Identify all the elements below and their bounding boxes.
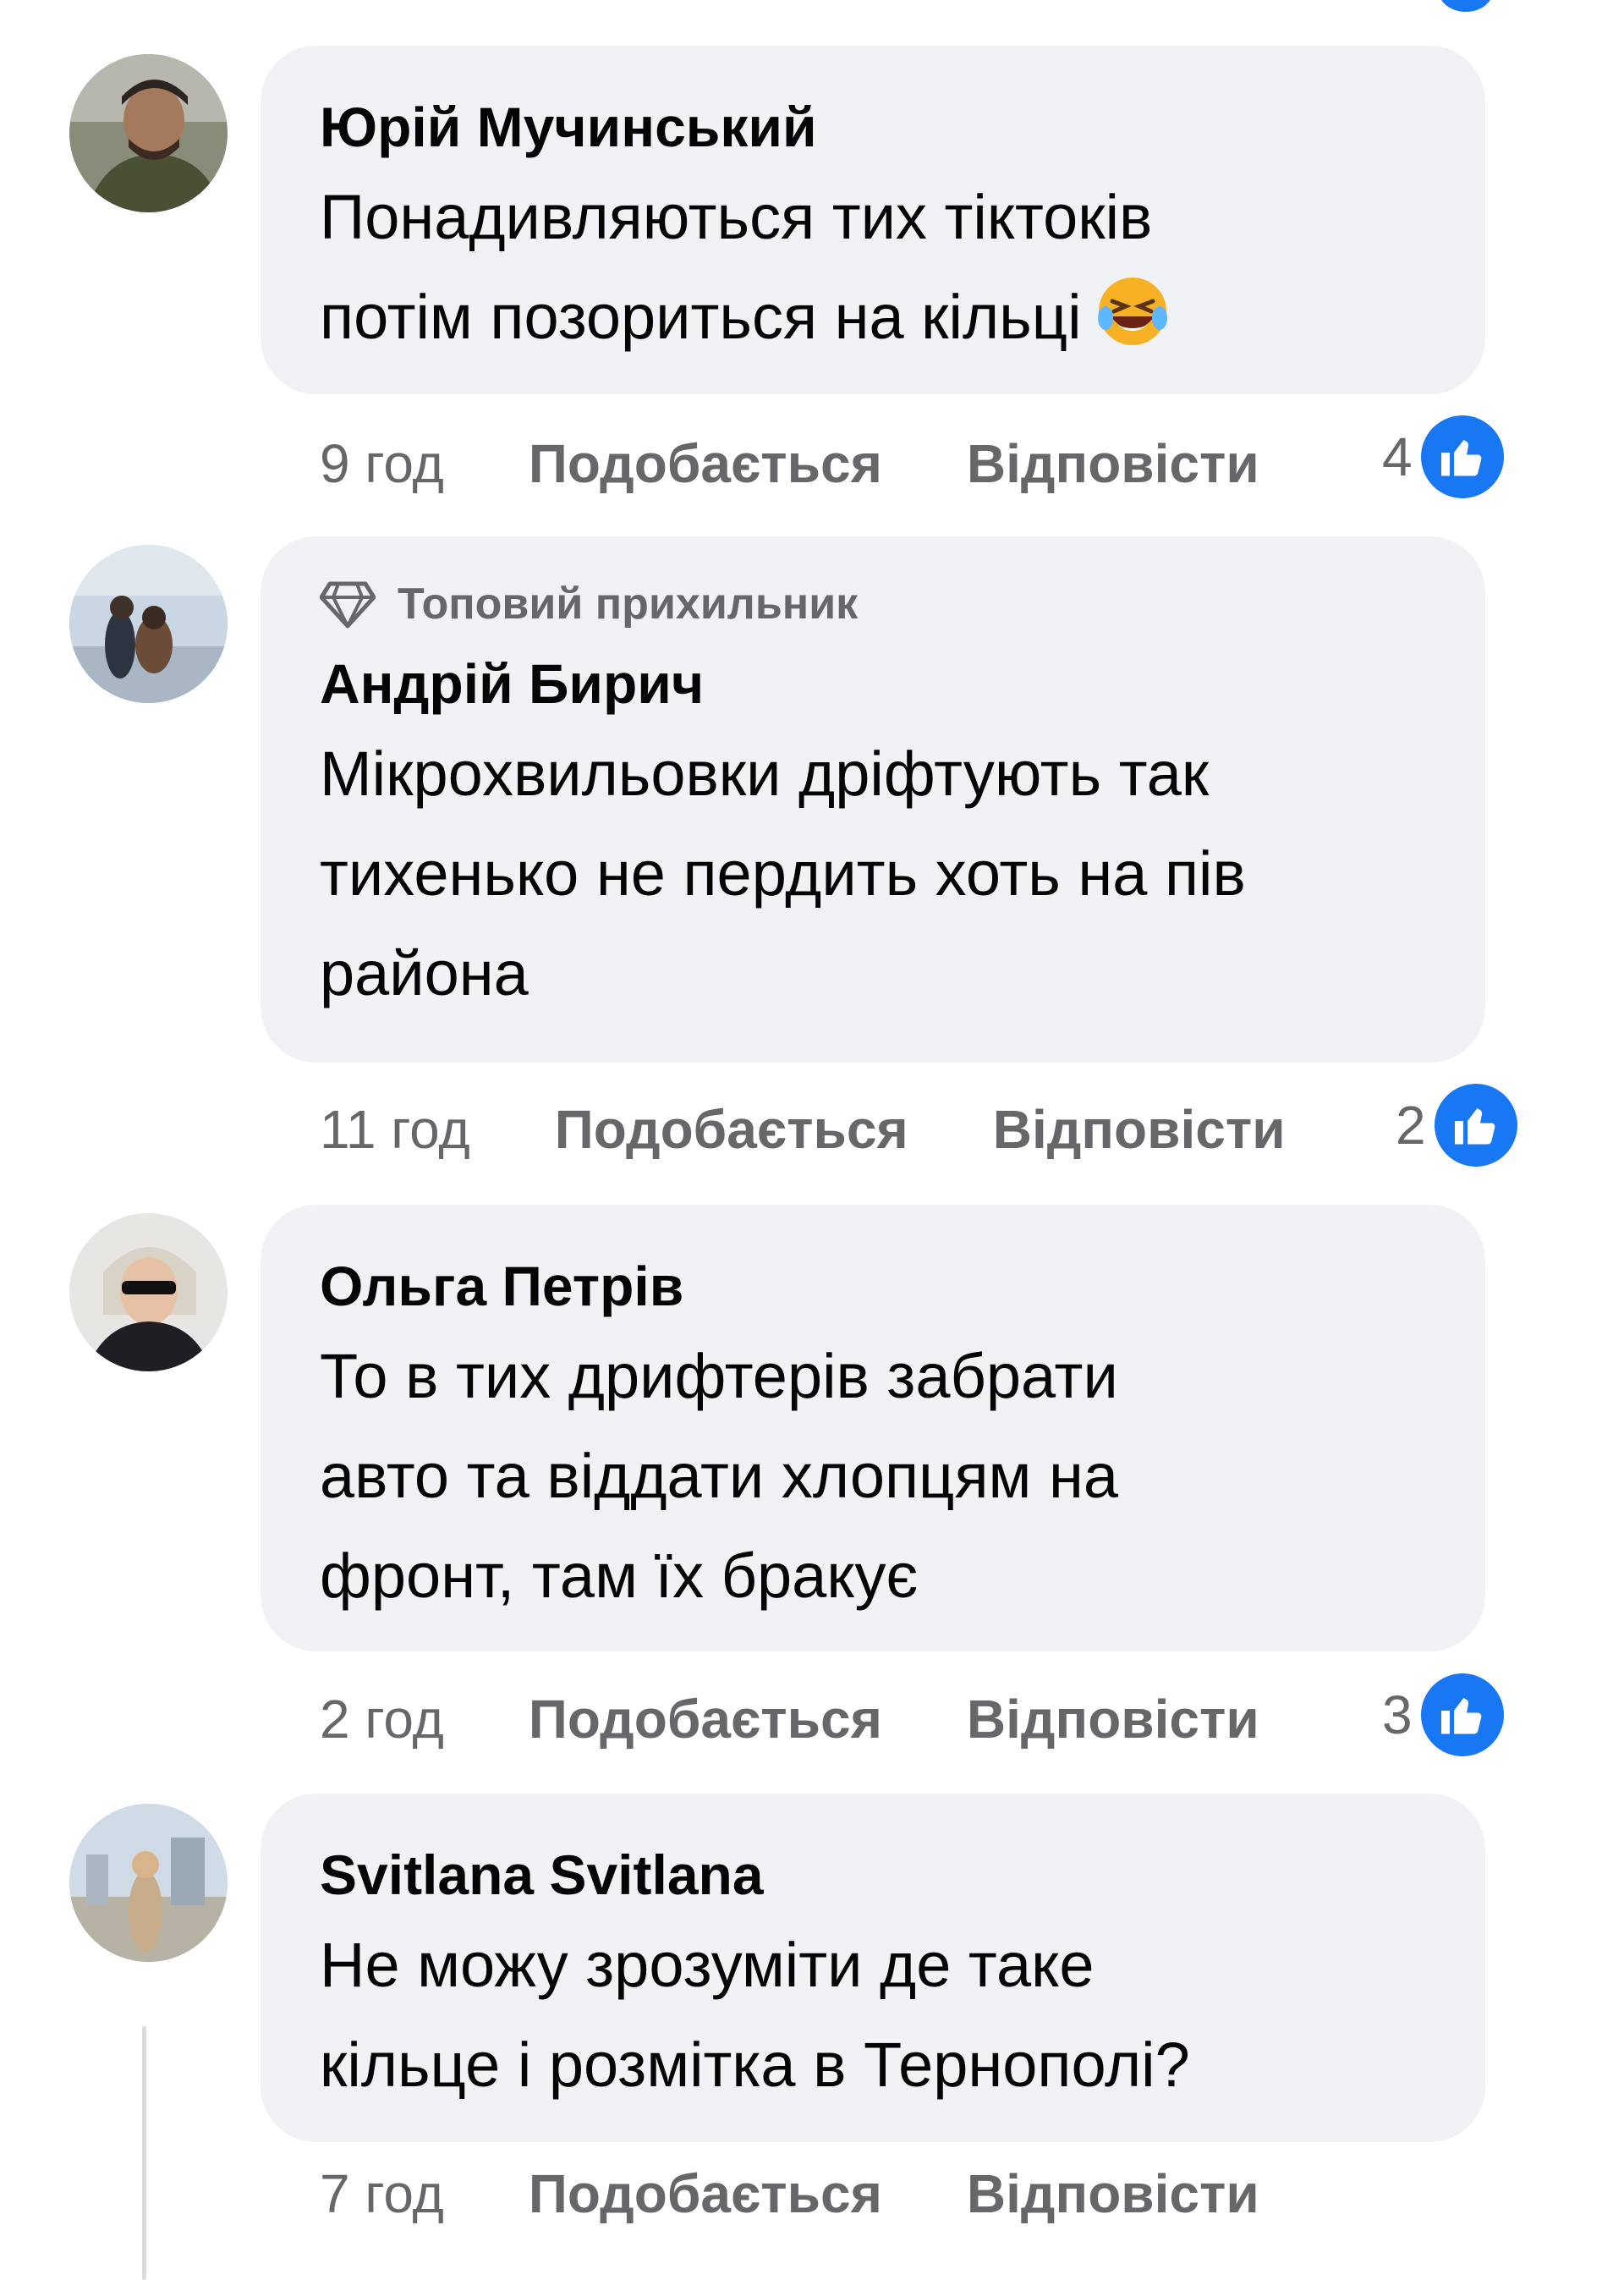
comment-bubble: Юрій Мучинський Понадивляються тих тікто… xyxy=(261,46,1485,394)
comment-timestamp[interactable]: 7 год xyxy=(320,2162,444,2225)
comment-text-line: района xyxy=(320,938,529,1008)
reaction-count: 4 xyxy=(1382,426,1413,487)
comment-bubble: Svitlana Svitlana Не можу зрозуміти де т… xyxy=(261,1794,1485,2142)
comment-text: То в тих дрифтерів забрати авто та відда… xyxy=(320,1327,1426,1626)
reaction-summary[interactable]: 4 xyxy=(1382,410,1509,503)
like-icon xyxy=(1429,1079,1522,1172)
reply-thread-line xyxy=(142,2026,146,2280)
like-button[interactable]: Подобається xyxy=(555,1098,908,1161)
avatar[interactable] xyxy=(69,1804,228,1962)
reaction-count: 3 xyxy=(1382,1684,1413,1745)
avatar[interactable] xyxy=(69,1213,228,1371)
reaction-count: 2 xyxy=(1396,1095,1426,1156)
comment-author[interactable]: Юрій Мучинський xyxy=(320,91,1426,162)
reaction-summary[interactable]: 3 xyxy=(1382,1668,1509,1761)
like-button[interactable]: Подобається xyxy=(529,2162,882,2225)
comment-author[interactable]: Svitlana Svitlana xyxy=(320,1839,1426,1910)
reply-button[interactable]: Відповісти xyxy=(967,2162,1259,2225)
rolling-on-floor-laughing-emoji xyxy=(1097,277,1167,345)
reply-button[interactable]: Відповісти xyxy=(967,1688,1259,1750)
reaction-summary[interactable]: 2 xyxy=(1396,1079,1522,1172)
comment-actions: 7 год Подобається Відповісти xyxy=(320,2156,1259,2232)
comment-text: Не можу зрозуміти де таке кільце і розмі… xyxy=(320,1915,1426,2115)
comment-text-line: фронт, там їх бракує xyxy=(320,1541,919,1611)
comment-text-line: То в тих дрифтерів забрати xyxy=(320,1341,1118,1411)
comment-author[interactable]: Ольга Петрів xyxy=(320,1250,1426,1321)
comment-text-line: кільце і розмітка в Тернополі? xyxy=(320,2030,1190,2100)
comment-actions: 11 год Подобається Відповісти xyxy=(320,1091,1286,1167)
avatar[interactable] xyxy=(69,54,228,212)
comment-author[interactable]: Андрій Бирич xyxy=(320,648,1426,719)
top-fan-badge: Топовий прихильник xyxy=(320,577,1426,631)
like-icon xyxy=(1415,410,1509,503)
comment-text-line: авто та віддати хлопцям на xyxy=(320,1441,1118,1511)
like-reaction-icon-previous xyxy=(1438,0,1494,12)
comment-text-line-content: потім позориться на кільці xyxy=(320,282,1082,352)
like-button[interactable]: Подобається xyxy=(529,432,882,495)
reply-button[interactable]: Відповісти xyxy=(967,432,1259,495)
avatar[interactable] xyxy=(69,545,228,703)
like-button[interactable]: Подобається xyxy=(529,1688,882,1750)
comment-text-line: Мікрохвильовки дріфтують так xyxy=(320,739,1210,809)
badge-label: Топовий прихильник xyxy=(398,580,859,629)
comment-text-line: потім позориться на кільці xyxy=(320,267,1426,367)
comment-text-line: тихенько не пердить хоть на пів xyxy=(320,838,1246,909)
comment-text-line: Не можу зрозуміти де таке xyxy=(320,1930,1095,2000)
like-icon xyxy=(1415,1668,1509,1761)
comment-text: Мікрохвильовки дріфтують так тихенько не… xyxy=(320,724,1426,1024)
diamond-icon xyxy=(320,581,376,629)
comment-timestamp[interactable]: 2 год xyxy=(320,1688,444,1750)
comment-actions: 2 год Подобається Відповісти xyxy=(320,1681,1259,1757)
comment-bubble: Топовий прихильник Андрій Бирич Мікрохви… xyxy=(261,536,1485,1063)
comment-timestamp[interactable]: 9 год xyxy=(320,432,444,495)
comment-bubble: Ольга Петрів То в тих дрифтерів забрати … xyxy=(261,1205,1485,1651)
reply-button[interactable]: Відповісти xyxy=(993,1098,1286,1161)
comment-text-line: Понадивляються тих тіктоків xyxy=(320,182,1153,252)
comment-timestamp[interactable]: 11 год xyxy=(320,1098,470,1161)
comment-text: Понадивляються тих тіктоків потім позори… xyxy=(320,168,1426,367)
comment-actions: 9 год Подобається Відповісти xyxy=(320,426,1259,502)
